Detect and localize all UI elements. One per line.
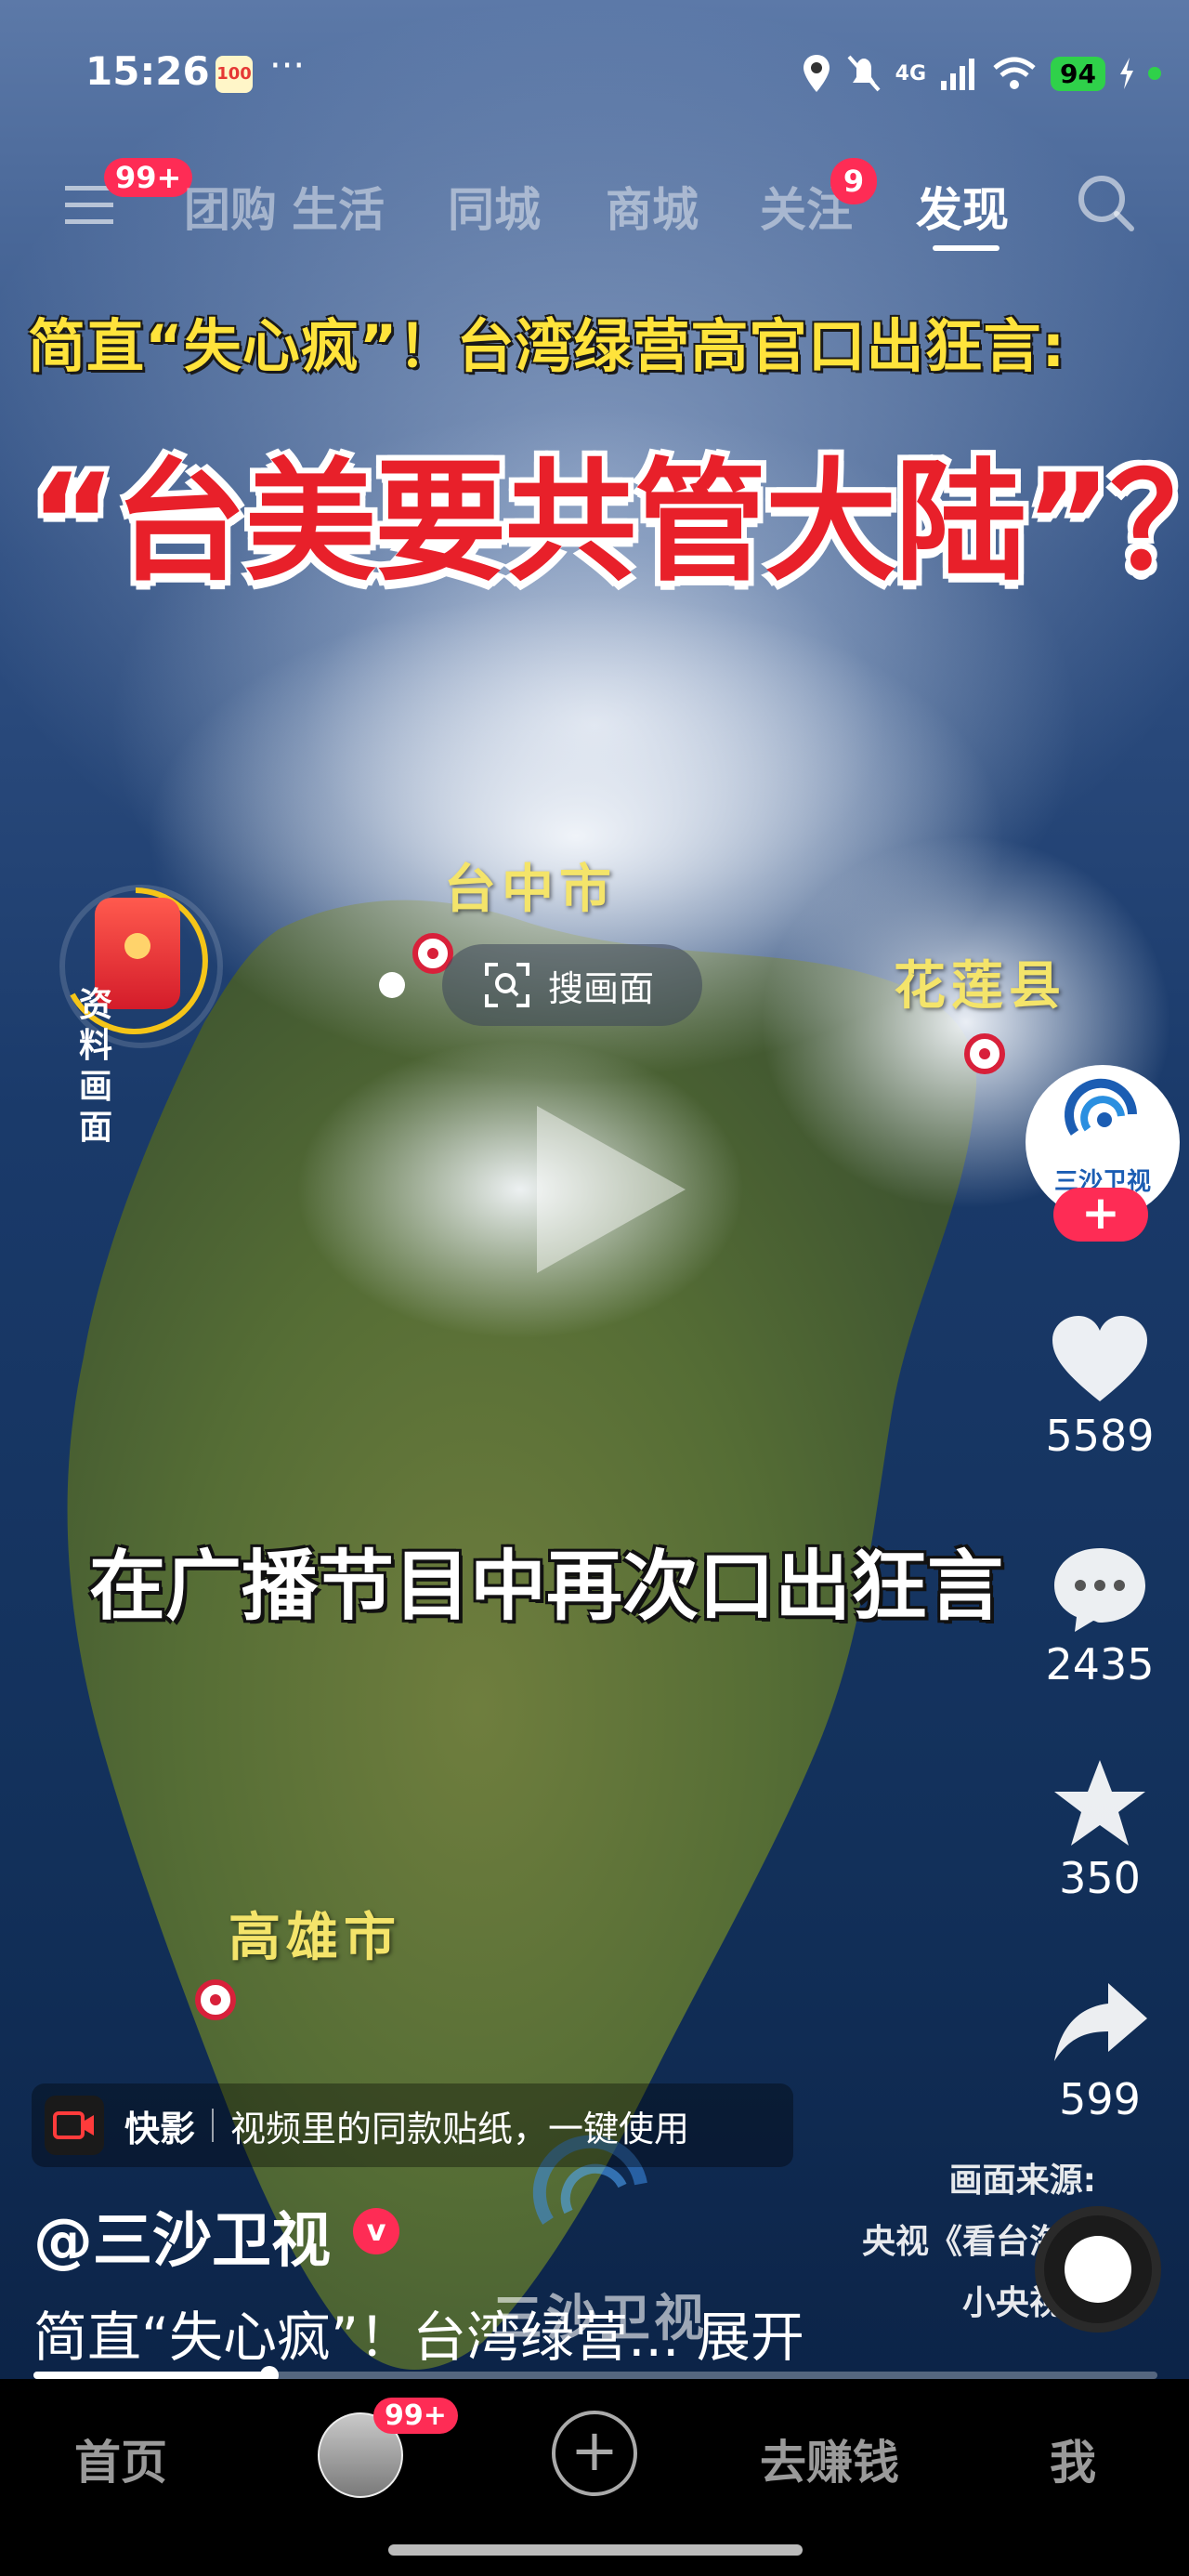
notification-app-icon: 100 xyxy=(216,56,253,93)
video-headline-line2: “台美要共管大陆”？ xyxy=(30,446,1189,599)
home-indicator xyxy=(388,2544,803,2556)
share-action[interactable]: 599 xyxy=(1026,1978,1174,2124)
nav-avatar-badge: 99+ xyxy=(373,2398,458,2434)
sticker-description: 视频里的同款贴纸，一键使用 xyxy=(230,2108,690,2149)
city-label-kaohsiung: 高雄市 xyxy=(229,1908,401,1968)
status-bar: 15:26 100 ··· 4G 94 xyxy=(0,37,1189,112)
create-post-button[interactable]: + xyxy=(552,2411,637,2496)
network-type: 4G xyxy=(895,61,927,85)
status-time: 15:26 xyxy=(85,48,210,94)
menu-icon[interactable] xyxy=(65,184,113,225)
music-disc-logo-icon xyxy=(1065,2236,1131,2303)
city-label-hualien: 花莲县 xyxy=(894,956,1066,1017)
active-tab-indicator xyxy=(933,245,1000,251)
follow-button[interactable]: + xyxy=(1053,1188,1148,1242)
wifi-icon xyxy=(993,57,1036,89)
privacy-indicator-icon xyxy=(1148,67,1161,80)
star-icon xyxy=(1054,1760,1145,1846)
verified-badge-icon: v xyxy=(353,2208,399,2254)
music-disc[interactable] xyxy=(1035,2206,1161,2333)
top-tab-bar: 99+ 团购 生活 同城 商城 关注 9 发现 xyxy=(0,158,1189,242)
video-headline-line1: 简直“失心疯”！台湾绿营高官口出狂言: xyxy=(28,312,1066,380)
side-label-archive: 资料画面 xyxy=(78,986,112,1147)
author-name[interactable]: @三沙卫视 xyxy=(33,2193,331,2279)
sticker-divider xyxy=(212,2109,215,2142)
comment-count: 2435 xyxy=(1045,1639,1155,1689)
battery-level: 94 xyxy=(1051,56,1105,91)
charging-icon xyxy=(1120,58,1133,89)
share-icon xyxy=(1054,1983,1147,2061)
signal-icon xyxy=(941,59,975,90)
search-frame-button[interactable]: 搜画面 xyxy=(442,944,702,1026)
like-count: 5589 xyxy=(1045,1411,1155,1461)
play-icon[interactable] xyxy=(528,1097,695,1282)
video-description[interactable]: 简直“失心疯”！台湾绿营... 展开 xyxy=(33,2293,804,2372)
search-frame-label: 搜画面 xyxy=(548,967,655,1009)
comment-action[interactable]: 2435 xyxy=(1026,1543,1174,1689)
status-icons: 4G 94 xyxy=(801,50,1161,97)
favorite-action[interactable]: 350 xyxy=(1026,1756,1174,1903)
source-label: 画面来源: xyxy=(948,2162,1096,2200)
following-badge: 9 xyxy=(830,158,877,204)
sticker-banner[interactable]: 快影 视频里的同款贴纸，一键使用 xyxy=(32,2083,793,2167)
more-notifications-icon: ··· xyxy=(269,45,306,87)
city-label-taichung: 台中市 xyxy=(444,860,617,920)
share-count: 599 xyxy=(1059,2074,1141,2124)
heart-icon xyxy=(1052,1316,1147,1401)
nav-home[interactable]: 首页 xyxy=(74,2425,167,2492)
like-action[interactable]: 5589 xyxy=(1026,1314,1174,1461)
sticker-app-name: 快影 xyxy=(124,2108,196,2149)
favorite-count: 350 xyxy=(1059,1853,1141,1903)
video-progress-bar[interactable] xyxy=(33,2366,1157,2385)
video-subtitle: 在广播节目中再次口出狂言 xyxy=(89,1543,1004,1631)
menu-badge: 99+ xyxy=(104,158,193,197)
nav-earn[interactable]: 去赚钱 xyxy=(760,2425,899,2492)
scan-icon xyxy=(485,963,529,1007)
search-icon[interactable] xyxy=(1074,171,1137,234)
tab-discover[interactable]: 发现 xyxy=(916,173,1009,240)
mute-bell-icon xyxy=(847,55,881,92)
location-icon xyxy=(803,55,830,92)
tab-mall[interactable]: 商城 xyxy=(606,173,699,240)
tab-group-buy[interactable]: 团购 xyxy=(184,173,277,240)
tab-life[interactable]: 生活 xyxy=(292,173,385,240)
city-pin-kaohsiung xyxy=(195,1979,236,2020)
nav-me[interactable]: 我 xyxy=(1050,2425,1096,2492)
video-progress-fill xyxy=(33,2372,270,2379)
search-pill-dot xyxy=(379,972,405,998)
kuaiying-app-icon xyxy=(45,2096,104,2155)
tab-local[interactable]: 同城 xyxy=(448,173,541,240)
city-pin-hualien xyxy=(964,1033,1005,1074)
comment-icon xyxy=(1054,1548,1145,1632)
